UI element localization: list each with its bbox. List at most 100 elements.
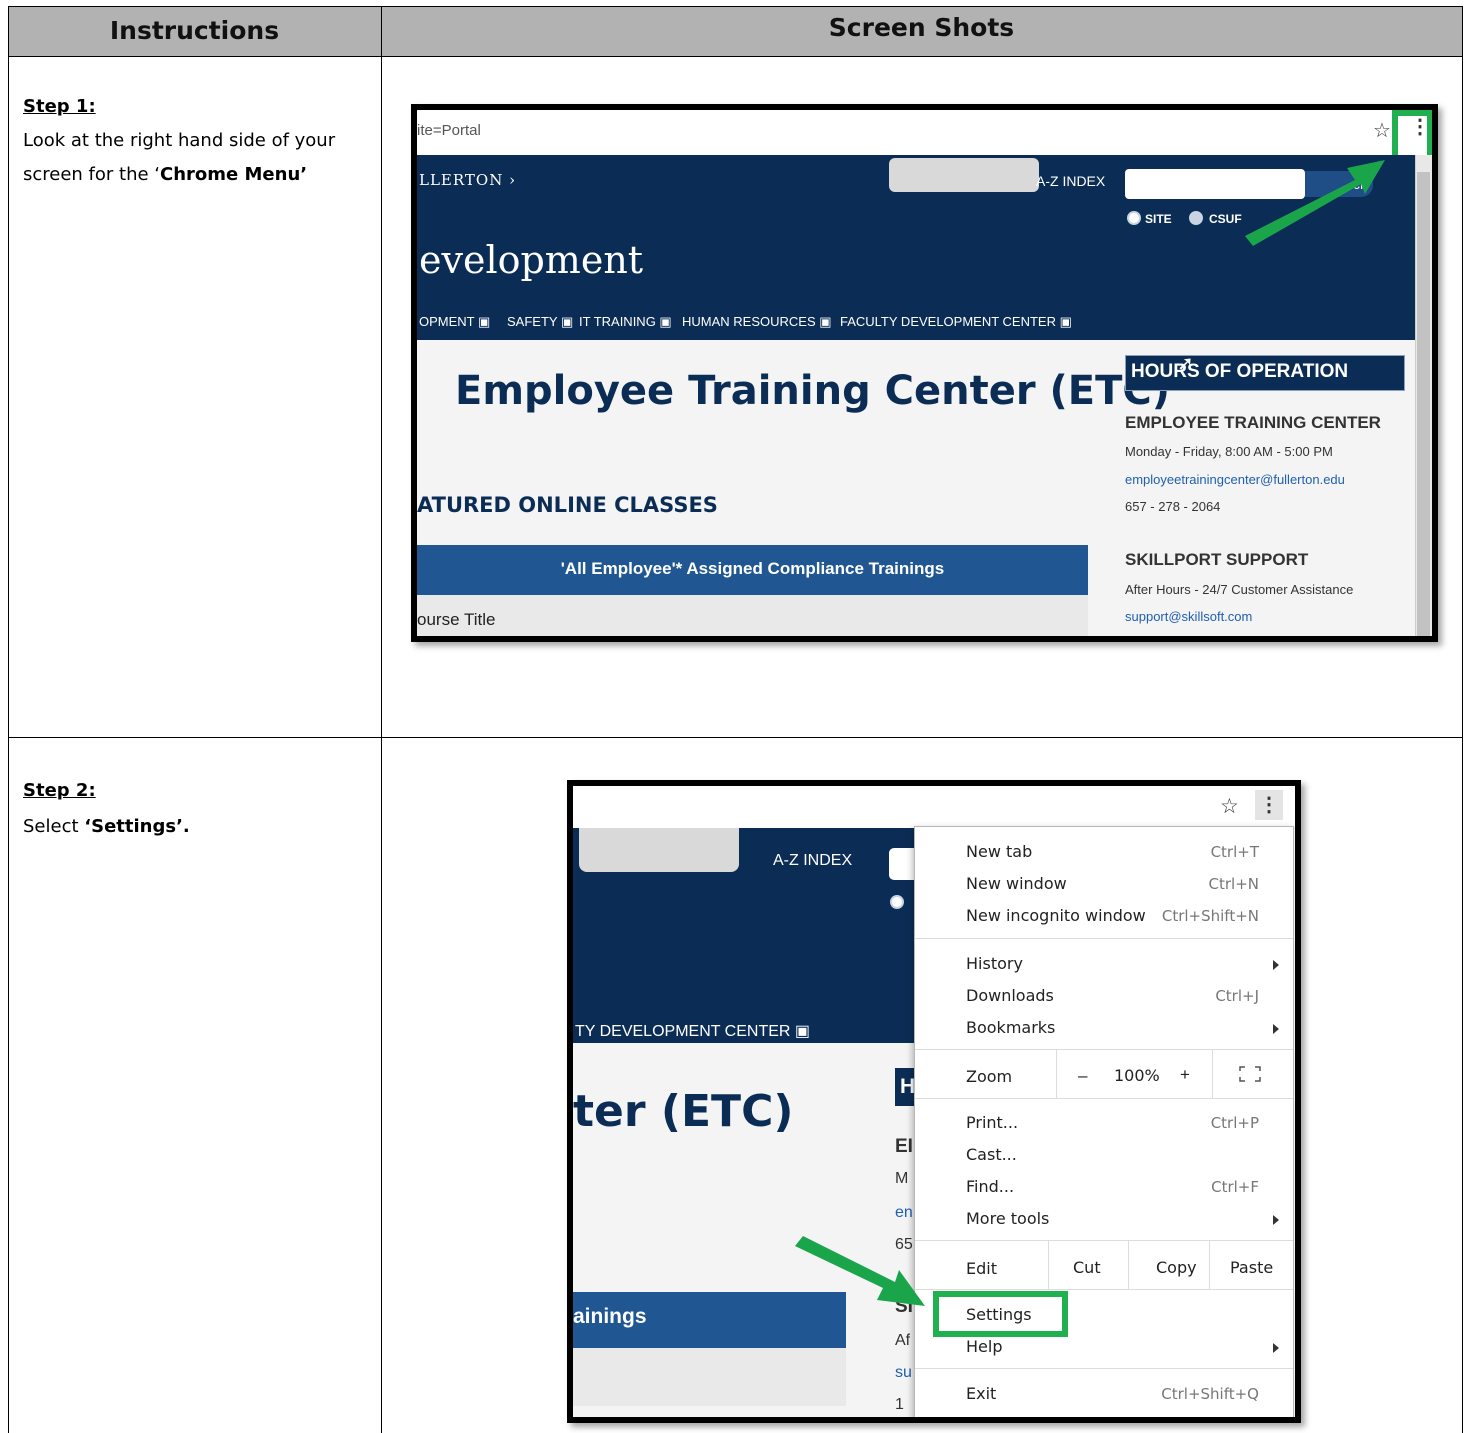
nav-item-faculty-development[interactable]: TY DEVELOPMENT CENTER ▣ xyxy=(575,1021,810,1041)
table-border-left xyxy=(8,6,9,1433)
menu-item-bookmarks[interactable]: Bookmarks xyxy=(966,1018,1055,1037)
hours-heading: H xyxy=(900,1075,916,1098)
menu-item-zoom: Zoom xyxy=(966,1067,1013,1086)
chrome-menu-icon[interactable]: ⋮ xyxy=(1255,790,1283,820)
menu-item-help[interactable]: Help xyxy=(966,1337,1002,1356)
skillport-email-link[interactable]: su xyxy=(895,1364,912,1382)
menu-item-downloads[interactable]: Downloads xyxy=(966,986,1054,1005)
az-index-link[interactable]: A-Z INDEX xyxy=(1036,173,1105,189)
step1-text-bold: Chrome Menu’ xyxy=(160,164,308,185)
etc-email-link[interactable]: employeetrainingcenter@fullerton.edu xyxy=(1125,472,1345,487)
edit-divider xyxy=(1048,1241,1049,1289)
url-text: ite=Portal xyxy=(417,122,481,139)
table-border-right xyxy=(1462,6,1463,1433)
menu-item-history[interactable]: History xyxy=(966,954,1023,973)
az-index-link[interactable]: A-Z INDEX xyxy=(773,852,852,870)
menu-item-paste[interactable]: Paste xyxy=(1230,1258,1273,1277)
menu-shortcut-print: Ctrl+P xyxy=(1210,1114,1259,1132)
table-border-middle xyxy=(381,6,382,1433)
header-tab[interactable] xyxy=(889,158,1039,192)
site-title: evelopment xyxy=(419,238,644,282)
zoom-level: 100% xyxy=(1114,1066,1160,1085)
skillport-email-link[interactable]: support@skillsoft.com xyxy=(1125,609,1252,624)
university-link[interactable]: LLERTON › xyxy=(419,171,516,189)
menu-item-copy[interactable]: Copy xyxy=(1156,1258,1197,1277)
scrollbar-thumb[interactable] xyxy=(1417,172,1430,636)
radio-site[interactable] xyxy=(1127,211,1141,225)
menu-item-more-tools[interactable]: More tools xyxy=(966,1209,1049,1228)
header-tab[interactable] xyxy=(579,828,739,872)
skillport-phone: 1 xyxy=(895,1396,904,1413)
zoom-divider xyxy=(1212,1050,1213,1098)
menu-item-find[interactable]: Find... xyxy=(966,1177,1014,1196)
fullscreen-icon[interactable] xyxy=(1239,1066,1261,1082)
step2-text-plain: Select xyxy=(23,816,85,837)
menu-item-print[interactable]: Print... xyxy=(966,1113,1018,1132)
step2-screenshot: ☆ ⋮ A-Z INDEX TY DEVELOPMENT CENTER ▣ ➚ … xyxy=(567,780,1301,1423)
radio-site-label: SITE xyxy=(1145,212,1172,226)
step2-text-bold: ‘Settings’. xyxy=(84,816,190,837)
hours-heading: HOURS OF OPERATION xyxy=(1131,361,1349,382)
course-table-header xyxy=(573,1348,846,1406)
menu-item-new-tab[interactable]: New tab xyxy=(966,842,1032,861)
menu-separator xyxy=(915,1368,1293,1369)
nav-item-human-resources[interactable]: HUMAN RESOURCES ▣ xyxy=(682,314,832,330)
menu-separator xyxy=(915,1098,1293,1099)
radio-csuf[interactable] xyxy=(1189,211,1203,225)
green-arrow-icon xyxy=(1245,160,1385,246)
settings-highlight xyxy=(933,1291,1068,1337)
submenu-arrow-icon xyxy=(1273,1024,1279,1034)
menu-item-new-incognito[interactable]: New incognito window xyxy=(966,906,1146,925)
radio-site[interactable] xyxy=(890,895,904,909)
etc-phone: 657 - 278 - 2064 xyxy=(1125,499,1221,514)
nav-item-it-training[interactable]: IT TRAINING ▣ xyxy=(579,314,672,330)
nav-item-safety[interactable]: SAFETY ▣ xyxy=(507,314,573,330)
etc-hours: Monday - Friday, 8:00 AM - 5:00 PM xyxy=(1125,444,1333,459)
skillport-hours: After Hours - 24/7 Customer Assistance xyxy=(1125,582,1354,597)
menu-item-exit[interactable]: Exit xyxy=(966,1384,996,1403)
submenu-arrow-icon xyxy=(1273,1343,1279,1353)
mouse-cursor-icon: ➚ xyxy=(1177,353,1194,375)
star-icon[interactable]: ☆ xyxy=(1373,118,1391,143)
nav-item-faculty-development[interactable]: FACULTY DEVELOPMENT CENTER ▣ xyxy=(840,314,1072,330)
menu-shortcut-downloads: Ctrl+J xyxy=(1215,987,1259,1005)
etc-hours: M xyxy=(895,1170,909,1187)
menu-shortcut-new-tab: Ctrl+T xyxy=(1210,843,1259,861)
menu-separator xyxy=(915,1240,1293,1241)
menu-shortcut-exit: Ctrl+Shift+Q xyxy=(1161,1385,1259,1403)
header-screenshots: Screen Shots xyxy=(828,13,1015,42)
star-icon[interactable]: ☆ xyxy=(1220,794,1239,819)
edit-divider xyxy=(1209,1241,1210,1289)
zoom-divider xyxy=(1056,1050,1057,1098)
etc-heading: EMPLOYEE TRAINING CENTER xyxy=(1125,413,1381,432)
main-nav: OPMENT ▣ SAFETY ▣ IT TRAINING ▣ HUMAN RE… xyxy=(417,302,1117,338)
table-border-header xyxy=(8,56,1463,57)
etc-email-link[interactable]: en xyxy=(895,1204,913,1222)
compliance-bar-label: 'All Employee'* Assigned Compliance Trai… xyxy=(560,559,945,578)
nav-item-development[interactable]: OPMENT ▣ xyxy=(419,314,490,330)
menu-item-cast[interactable]: Cast... xyxy=(966,1145,1017,1164)
menu-separator xyxy=(915,1289,1293,1290)
address-bar: ☆ ⋮ xyxy=(573,786,1295,829)
skillport-heading: SKILLPORT SUPPORT xyxy=(1125,550,1309,569)
step2-text: Select ‘Settings’. xyxy=(23,810,373,844)
table-border-top xyxy=(8,6,1463,7)
zoom-in-button[interactable]: + xyxy=(1180,1065,1190,1085)
step1-title: Step 1: xyxy=(23,96,96,117)
menu-item-edit: Edit xyxy=(966,1259,997,1278)
menu-separator xyxy=(915,1049,1293,1050)
page-heading: Employee Training Center (ETC) xyxy=(455,368,1171,414)
featured-heading: ATURED ONLINE CLASSES xyxy=(417,493,718,517)
menu-separator xyxy=(915,938,1293,939)
menu-item-new-window[interactable]: New window xyxy=(966,874,1067,893)
page-heading: ter (ETC) xyxy=(573,1086,794,1137)
menu-shortcut-new-window: Ctrl+N xyxy=(1208,875,1259,893)
green-arrow-icon xyxy=(795,1236,925,1306)
zoom-out-button[interactable]: – xyxy=(1078,1066,1087,1086)
table-border-row xyxy=(8,737,1463,738)
course-table-header xyxy=(417,595,1088,636)
menu-item-cut[interactable]: Cut xyxy=(1073,1258,1101,1277)
header-instructions: Instructions xyxy=(109,16,280,45)
menu-shortcut-find: Ctrl+F xyxy=(1211,1178,1259,1196)
edit-divider xyxy=(1128,1241,1129,1289)
